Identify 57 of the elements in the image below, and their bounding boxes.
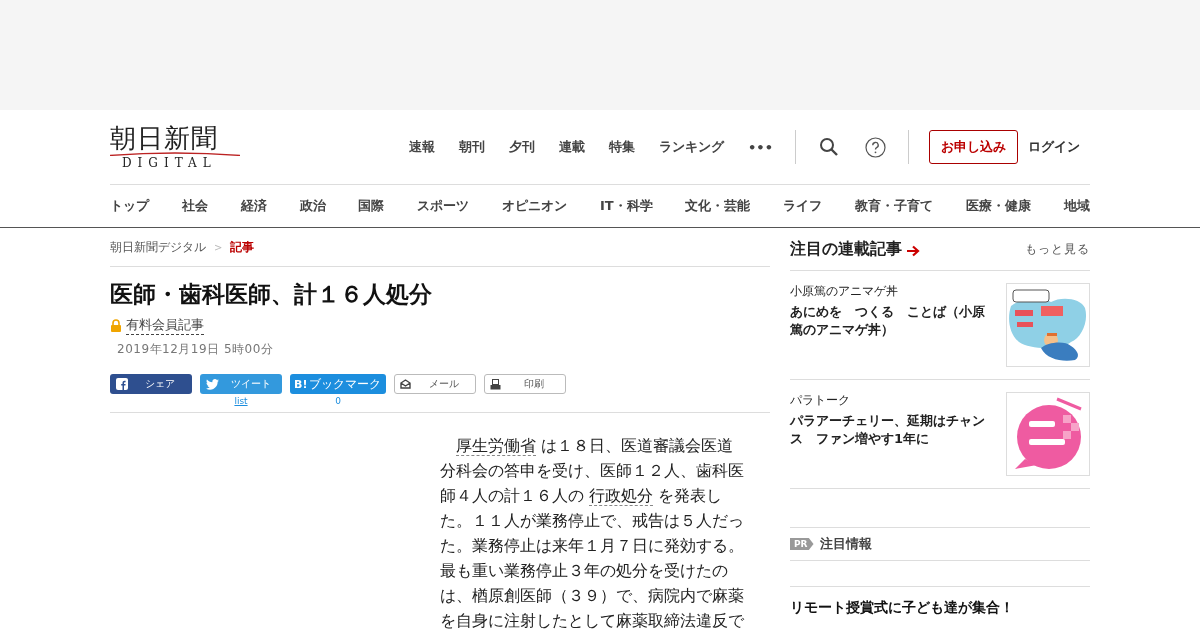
- logo-swoosh-icon: [110, 152, 240, 156]
- article-link[interactable]: パラアーチェリー、延期はチャンス ファン増やす1年に: [790, 412, 996, 448]
- search-icon[interactable]: [819, 137, 839, 157]
- share-count[interactable]: 0: [335, 396, 341, 406]
- more-link[interactable]: もっと見る: [1025, 240, 1090, 258]
- pr-badge: PR: [790, 538, 814, 550]
- printer-icon: [490, 378, 501, 390]
- login-link[interactable]: ログイン: [1028, 138, 1080, 156]
- share-button[interactable]: シェア: [110, 374, 192, 394]
- nav-link[interactable]: 特集: [597, 138, 648, 156]
- category-tab[interactable]: IT・科学: [599, 197, 653, 215]
- term-link[interactable]: 厚生労働省: [456, 436, 536, 456]
- category-tab[interactable]: トップ: [110, 197, 149, 215]
- nav-link[interactable]: 速報: [397, 138, 448, 156]
- help-icon[interactable]: [864, 136, 886, 158]
- section-heading: 注目情報: [819, 535, 872, 553]
- category-tab[interactable]: 政治: [299, 197, 326, 215]
- padlock-icon: [110, 319, 122, 332]
- publish-date: 2019年12月19日 5時00分: [117, 341, 275, 358]
- nav-link[interactable]: 連載: [547, 138, 598, 156]
- category-tab[interactable]: スポーツ: [417, 197, 470, 215]
- breadcrumb-separator: >: [214, 241, 223, 253]
- category-tab[interactable]: 社会: [181, 197, 208, 215]
- category-tab[interactable]: 国際: [358, 197, 385, 215]
- series-name[interactable]: パラトーク: [790, 392, 996, 409]
- article-body: 厚生労働省 は１８日、医道審議会医道分科会の答申を受け、医師１２人、歯科医師４人の計１６人の 行政処分 を発表した。１１人が業務停止で、戒告は５人だった。業務停止は来年１月７日に発効する。最も重い業務停止３年の処分を受けたのは、楢原創医師（３９）で、病院内で麻薬を自身に注射したとして麻薬取締法違反で: [440, 435, 745, 630]
- share-button[interactable]: メール: [394, 374, 476, 394]
- series-name[interactable]: 小原篤のアニマゲ丼: [790, 283, 996, 300]
- article-link[interactable]: あにめを つくる ことば（小原篤のアニマゲ丼）: [790, 303, 996, 339]
- nav-link[interactable]: 夕刊: [497, 138, 548, 156]
- subscribe-button[interactable]: お申し込み: [929, 130, 1018, 164]
- term-link[interactable]: 行政処分: [589, 486, 654, 506]
- envelope-icon: [400, 379, 411, 389]
- category-tab[interactable]: ライフ: [783, 197, 823, 215]
- nav-link[interactable]: •••: [736, 139, 785, 155]
- category-tab[interactable]: オピニオン: [502, 197, 568, 215]
- section-heading: 注目の連載記事: [790, 238, 902, 260]
- promo-link[interactable]: リモート授賞式に子ども達が集合！: [790, 599, 1090, 617]
- breadcrumb-link[interactable]: 記事: [230, 238, 255, 256]
- category-tab[interactable]: 経済: [240, 197, 267, 215]
- share-button[interactable]: B!ブックマーク: [290, 374, 386, 394]
- share-button[interactable]: 印刷: [484, 374, 566, 394]
- arrow-right-icon: [906, 245, 920, 257]
- category-tab[interactable]: 地域: [1063, 197, 1090, 215]
- nav-link[interactable]: ランキング: [647, 138, 737, 156]
- breadcrumb-link[interactable]: 朝日新聞デジタル: [110, 238, 206, 256]
- article-title: 医師・歯科医師、計１６人処分: [110, 280, 433, 309]
- category-tab[interactable]: 教育・子育て: [855, 197, 934, 215]
- nav-link[interactable]: 朝刊: [447, 138, 498, 156]
- facebook-icon: [116, 378, 128, 390]
- logo-title[interactable]: 朝日新聞: [110, 124, 218, 152]
- bird-icon: [206, 378, 219, 390]
- category-tab[interactable]: 文化・芸能: [685, 197, 751, 215]
- share-count[interactable]: list: [234, 396, 248, 406]
- category-tab[interactable]: 医療・健康: [966, 197, 1031, 215]
- member-article-label[interactable]: 有料会員記事: [126, 316, 204, 335]
- logo-subtitle: DIGITAL: [121, 156, 217, 170]
